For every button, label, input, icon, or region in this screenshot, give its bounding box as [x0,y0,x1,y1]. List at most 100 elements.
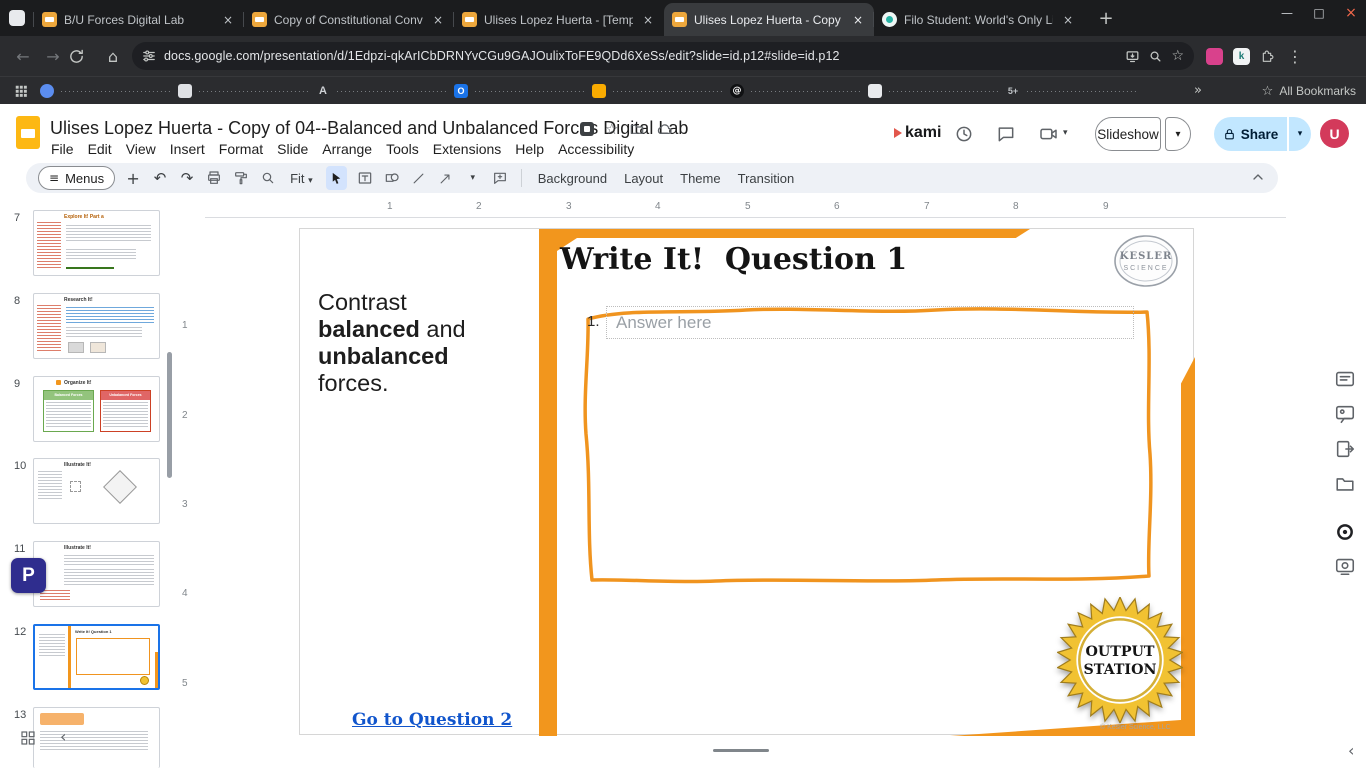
kami-floating-button[interactable]: P [11,558,46,593]
version-history-icon[interactable] [954,124,974,144]
kami-extension-icon[interactable]: k [1233,47,1250,65]
menu-slide[interactable]: Slide [270,139,315,159]
bookmark-item[interactable]: A ······································… [316,84,454,98]
text-box-icon[interactable] [356,166,374,190]
meet-caret-icon[interactable]: ▾ [1063,128,1068,138]
filmstrip-scrollbar[interactable] [167,352,172,478]
cloud-status-icon[interactable] [656,121,673,138]
add-comment-icon[interactable] [491,166,509,190]
go-to-question-2-link[interactable]: Go to Question 2 [352,710,512,730]
meet-camera-icon[interactable] [1038,124,1059,144]
bookmark-item[interactable]: 5+ ·····································… [1006,84,1144,98]
forward-icon[interactable]: → [38,47,68,66]
move-folder-icon[interactable] [629,121,645,137]
tab-search-icon[interactable] [9,10,25,26]
record-icon[interactable] [1335,522,1355,542]
refresh-icon[interactable] [68,48,98,65]
menu-file[interactable]: File [44,139,81,159]
menu-help[interactable]: Help [508,139,551,159]
slideshow-button[interactable]: Slideshow [1095,117,1161,151]
doc-badge-icon[interactable] [580,122,594,136]
address-bar[interactable]: docs.google.com/presentation/d/1Edpzi-qk… [132,42,1194,70]
print-icon[interactable] [205,166,223,190]
undo-icon[interactable]: ↶ [151,166,169,190]
apps-grid-icon[interactable] [14,84,28,98]
puzzle-icon[interactable] [1260,48,1276,64]
zoom-select[interactable]: Fit ▾ [286,171,317,186]
folder-icon[interactable] [1334,473,1356,495]
collapse-side-panel-icon[interactable]: ‹ [1348,741,1354,760]
bookmark-item[interactable]: ········································… [178,83,316,98]
shape-tool-icon[interactable] [383,166,401,190]
new-slide-icon[interactable]: + [124,166,142,190]
kami-logo[interactable]: kami [894,124,941,142]
menu-format[interactable]: Format [212,139,270,159]
bookmark-star-icon[interactable]: ☆ [1171,48,1184,64]
zoom-icon[interactable] [1148,49,1163,64]
new-tab-button[interactable]: + [1094,8,1118,29]
tab-close-icon[interactable]: × [1060,13,1076,27]
slide-thumbnail-9[interactable]: Organize It! Balanced Forces Unbalanced … [33,376,160,442]
line-tool-icon[interactable] [410,166,428,190]
menu-edit[interactable]: Edit [81,139,119,159]
select-tool-icon[interactable] [325,166,347,190]
share-button[interactable]: Share [1214,117,1287,151]
slide-thumbnail-13[interactable] [33,707,160,768]
grid-view-icon[interactable] [20,730,36,746]
slide-thumbnail-10[interactable]: Illustrate It! [33,458,160,524]
browser-tab-2[interactable]: Copy of Constitutional Conven × [243,3,454,36]
slide-thumbnail-8[interactable]: Research It! [33,293,160,359]
menu-accessibility[interactable]: Accessibility [551,139,641,159]
slide-thumbnail-12-selected[interactable]: Write It! Question 1 [33,624,160,690]
slideshow-caret-button[interactable]: ▾ [1165,117,1191,151]
arrow-caret-icon[interactable]: ▾ [464,166,482,190]
reader-panel-icon[interactable] [1334,368,1356,390]
browser-tab-1[interactable]: B/U Forces Digital Lab × [33,3,244,36]
tab-close-icon[interactable]: × [640,13,656,27]
minimize-icon[interactable]: — [1278,6,1296,20]
user-avatar[interactable]: U [1320,119,1349,148]
pink-extension-icon[interactable] [1206,47,1223,65]
share-caret-button[interactable]: ▾ [1289,117,1311,151]
paint-format-icon[interactable] [232,166,250,190]
back-icon[interactable]: ← [8,47,38,66]
transition-button[interactable]: Transition [734,171,799,186]
browser-tab-5[interactable]: Filo Student: World's Only Live I × [873,3,1084,36]
bookmark-item[interactable]: ········································… [40,83,178,98]
menu-tools[interactable]: Tools [379,139,426,159]
window-close-icon[interactable]: × [1342,5,1360,21]
bookmark-item[interactable]: @ ······································… [730,83,868,98]
bookmark-item[interactable]: ········································… [592,83,730,98]
home-icon[interactable]: ⌂ [98,47,128,66]
answer-input[interactable]: Answer here [606,306,1134,339]
theme-button[interactable]: Theme [676,171,724,186]
tab-close-icon[interactable]: × [850,13,866,27]
url-text[interactable]: docs.google.com/presentation/d/1Edpzi-qk… [164,49,1117,63]
menu-insert[interactable]: Insert [163,139,212,159]
snapshot-icon[interactable] [1334,555,1356,577]
slides-app-icon[interactable] [16,116,40,149]
export-share-icon[interactable] [1334,438,1356,460]
comment-icon[interactable] [996,124,1016,144]
menu-view[interactable]: View [119,139,163,159]
menu-extensions[interactable]: Extensions [426,139,508,159]
collapse-filmstrip-icon[interactable]: ‹ [60,727,66,746]
tab-close-icon[interactable]: × [430,13,446,27]
slide-thumbnail-11[interactable]: Illustrate It! [33,541,160,607]
install-app-icon[interactable] [1125,49,1140,64]
tab-close-icon[interactable]: × [220,13,236,27]
browser-tab-3[interactable]: Ulises Lopez Huerta - [Templat × [453,3,664,36]
speaker-notes-handle[interactable] [713,749,769,752]
browser-tab-4-active[interactable]: Ulises Lopez Huerta - Copy of C × [664,3,874,36]
image-comment-icon[interactable] [1334,403,1356,425]
browser-menu-icon[interactable]: ⋮ [1286,47,1304,66]
bookmarks-overflow-icon[interactable]: » [1194,83,1202,98]
all-bookmarks-button[interactable]: ☆ All Bookmarks [1262,77,1356,105]
menus-search-button[interactable]: ≡ Menus [38,166,116,190]
star-document-icon[interactable]: ☆ [605,120,618,138]
slide-title-textbox[interactable]: Write It! Question 1 [560,242,907,277]
arrow-tool-icon[interactable] [437,166,455,190]
bookmark-item[interactable]: ········································… [868,83,1006,98]
tune-icon[interactable] [142,49,156,63]
zoom-tool-icon[interactable] [259,166,277,190]
